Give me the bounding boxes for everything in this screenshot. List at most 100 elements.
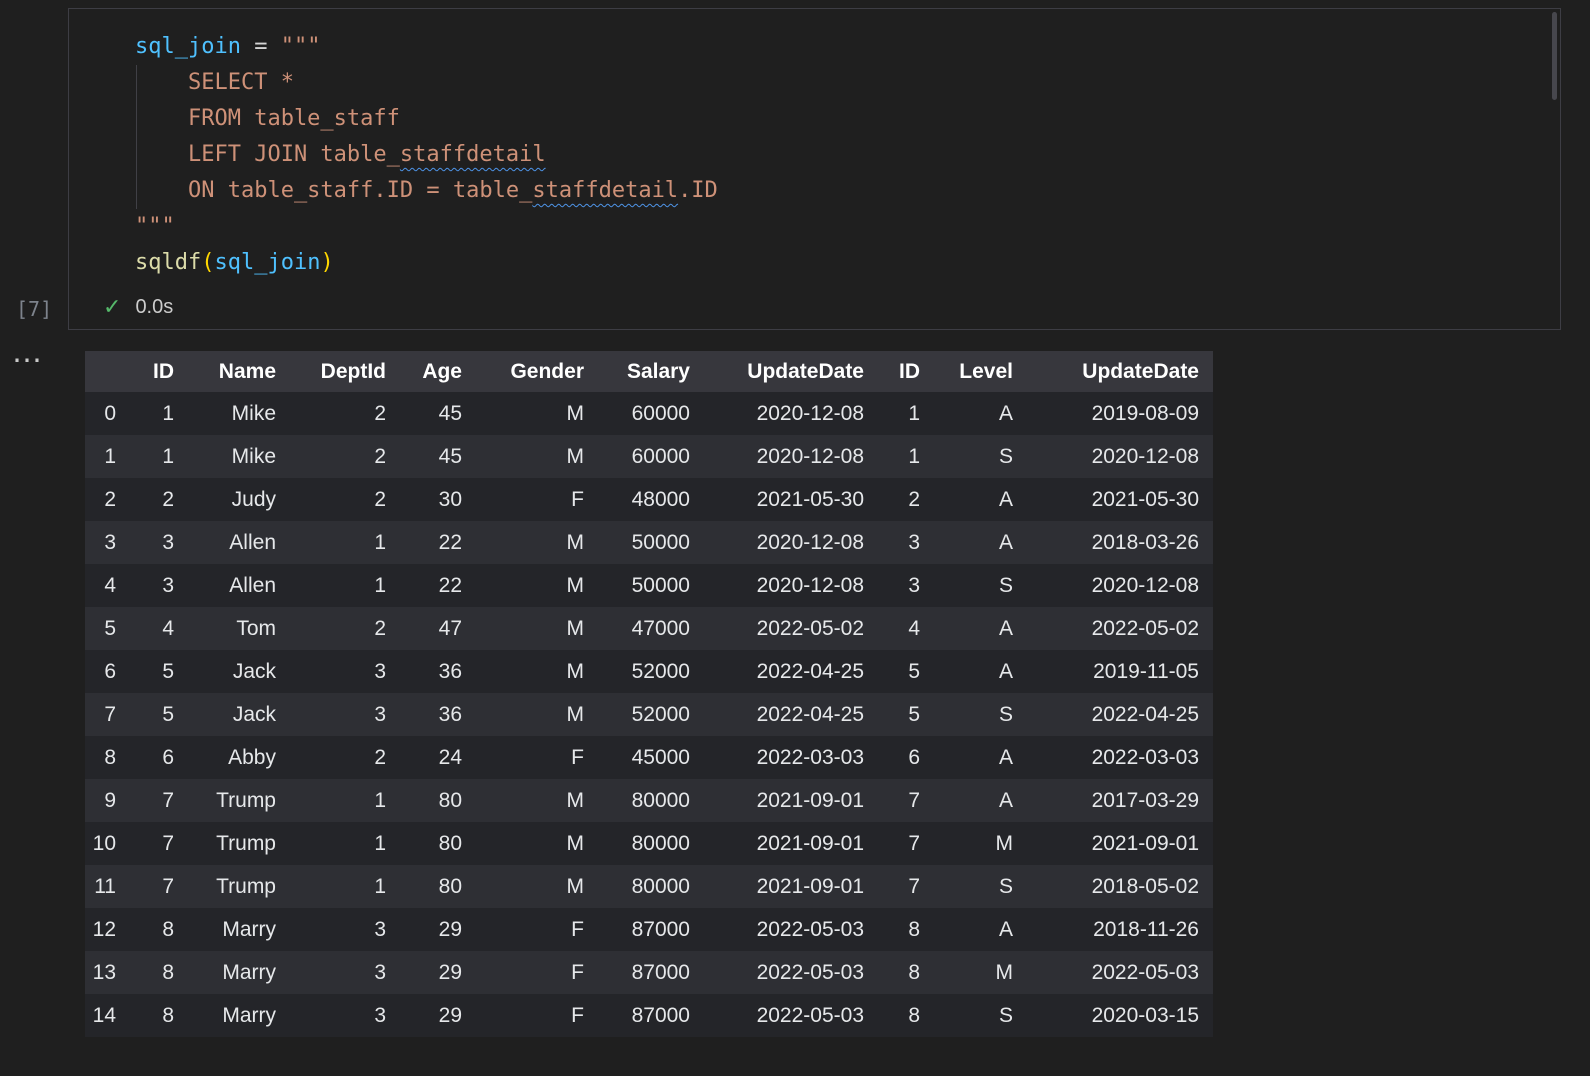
column-header: ID — [878, 351, 934, 392]
table-cell: Allen — [229, 573, 276, 597]
table-cell: F — [571, 960, 584, 984]
table-cell: 7 — [162, 788, 174, 812]
table-cell: 52000 — [631, 702, 690, 726]
table-cell: F — [571, 745, 584, 769]
table-cell: F — [571, 917, 584, 941]
table-cell: 8 — [162, 917, 174, 941]
table-cell: 80000 — [631, 831, 690, 855]
code-line[interactable]: FROM table_staff — [135, 101, 718, 137]
table-cell: 7 — [908, 874, 920, 898]
table-cell: 45 — [438, 444, 462, 468]
table-cell: 2020-12-08 — [1091, 444, 1199, 468]
table-cell: 3 — [374, 659, 386, 683]
column-header: DeptId — [290, 351, 400, 392]
table-cell: 7 — [162, 831, 174, 855]
code-line[interactable]: sql_join = """ — [135, 29, 718, 65]
table-cell: 2022-04-25 — [756, 659, 864, 683]
table-cell: A — [998, 530, 1013, 554]
execution-count: [7] — [16, 297, 53, 321]
table-cell: 24 — [438, 745, 462, 769]
table-cell: 2 — [374, 444, 386, 468]
code-line[interactable]: """ — [135, 209, 718, 245]
table-cell: 5 — [908, 659, 920, 683]
code-line[interactable]: sqldf(sql_join) — [135, 245, 718, 281]
table-cell: 12 — [92, 917, 116, 941]
table-cell: 7 — [908, 831, 920, 855]
table-cell: 5 — [104, 616, 116, 640]
table-cell: Jack — [232, 659, 276, 683]
table-cell: 4 — [104, 573, 116, 597]
table-row: 10 7 Trump 1 80 M 80000 2021-09-01 7 M 2021-09-01 — [85, 822, 1213, 865]
table-cell: 2022-04-25 — [1091, 702, 1199, 726]
table-cell: A — [998, 788, 1013, 812]
table-cell: Trump — [216, 874, 276, 898]
table-cell: 2 — [162, 487, 174, 511]
table-row: 4 3 Allen 1 22 M 50000 2020-12-08 3 S 2020-12-08 — [85, 564, 1213, 607]
table-cell: 3 — [374, 960, 386, 984]
table-cell: 8 — [162, 1003, 174, 1027]
table-cell: 80 — [438, 874, 462, 898]
code-line[interactable]: SELECT * — [135, 65, 718, 101]
code-line[interactable]: LEFT JOIN table_staffdetail — [135, 137, 718, 173]
table-cell: 2019-11-05 — [1093, 659, 1199, 683]
code-token: staffdetail — [399, 142, 546, 167]
table-cell: 22 — [438, 573, 462, 597]
table-cell: 2020-12-08 — [756, 573, 864, 597]
table-cell: 3 — [374, 1003, 386, 1027]
table-cell: M — [566, 444, 585, 468]
more-actions-icon[interactable]: ⋯ — [12, 346, 43, 376]
code-line[interactable]: ON table_staff.ID = table_staffdetail.ID — [135, 173, 718, 209]
table-cell: 29 — [438, 917, 462, 941]
table-cell: 5 — [162, 702, 174, 726]
table-cell: A — [998, 487, 1013, 511]
table-cell: 3 — [162, 573, 174, 597]
table-cell: M — [566, 831, 585, 855]
table-cell: 87000 — [631, 1003, 690, 1027]
table-row: 7 5 Jack 3 36 M 52000 2022-04-25 5 S 2022-04-25 — [85, 693, 1213, 736]
table-cell: M — [566, 401, 585, 425]
code-token: = — [240, 34, 281, 59]
table-cell: 2 — [374, 745, 386, 769]
table-cell: 6 — [162, 745, 174, 769]
table-header: ID Name DeptId Age Gender Salary UpdateDate ID L… — [85, 351, 1213, 392]
table-cell: S — [998, 702, 1013, 726]
table-cell: Marry — [222, 917, 276, 941]
table-cell: 2 — [374, 401, 386, 425]
table-cell: 2021-09-01 — [756, 788, 864, 812]
table-cell: M — [566, 573, 585, 597]
code-token: sqldf — [135, 250, 202, 275]
code-cell[interactable]: sql_join = """ SELECT * FROM table_staff… — [68, 8, 1561, 330]
table-cell: Marry — [222, 960, 276, 984]
table-cell: 29 — [438, 1003, 462, 1027]
table-cell: M — [566, 702, 585, 726]
table-row: 6 5 Jack 3 36 M 52000 2022-04-25 5 A 2019-11-05 — [85, 650, 1213, 693]
scrollbar-thumb[interactable] — [1552, 12, 1557, 100]
table-cell: 2022-05-03 — [756, 1003, 864, 1027]
table-cell: 3 — [162, 530, 174, 554]
table-cell: Trump — [216, 788, 276, 812]
table-cell: 3 — [104, 530, 116, 554]
table-cell: 7 — [908, 788, 920, 812]
table-cell: 1 — [908, 401, 920, 425]
table-cell: Mike — [231, 401, 276, 425]
success-check-icon: ✓ — [103, 294, 122, 319]
table-cell: 3 — [374, 702, 386, 726]
table-cell: 2 — [104, 487, 116, 511]
table-cell: Allen — [229, 530, 276, 554]
table-cell: A — [998, 745, 1013, 769]
table-cell: 80000 — [631, 788, 690, 812]
table-cell: 22 — [438, 530, 462, 554]
table-cell: 3 — [908, 530, 920, 554]
table-row: 3 3 Allen 1 22 M 50000 2020-12-08 3 A 2018-03-26 — [85, 521, 1213, 564]
table-cell: Trump — [216, 831, 276, 855]
table-row: 12 8 Marry 3 29 F 87000 2022-05-03 8 A 2018-11-26 — [85, 908, 1213, 951]
table-cell: 2 — [374, 616, 386, 640]
table-row: 2 2 Judy 2 30 F 48000 2021-05-30 2 A 2021-05-30 — [85, 478, 1213, 521]
table-cell: 2022-05-03 — [1091, 960, 1199, 984]
table-cell: 2021-09-01 — [756, 831, 864, 855]
table-row: 5 4 Tom 2 47 M 47000 2022-05-02 4 A 2022-05-02 — [85, 607, 1213, 650]
execution-time: 0.0s — [135, 295, 174, 318]
table-cell: 4 — [908, 616, 920, 640]
code-editor[interactable]: sql_join = """ SELECT * FROM table_staff… — [135, 29, 718, 281]
dataframe-output: ID Name DeptId Age Gender Salary UpdateDate ID L… — [85, 351, 1213, 1037]
